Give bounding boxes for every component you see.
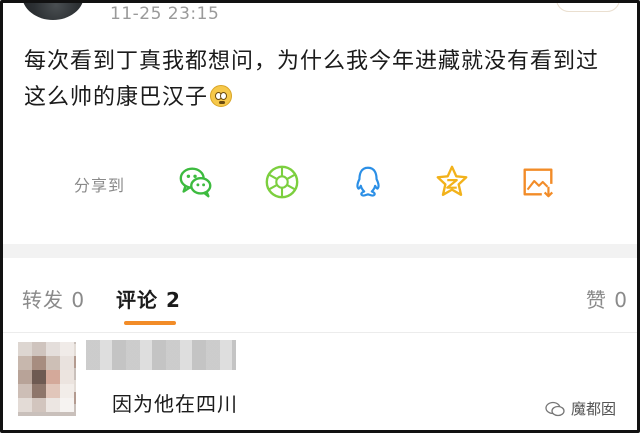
post-text-line-1: 每次看到丁真我都想问，为什么我今年进藏就没有看到过 [24,49,600,74]
tabs-divider [3,332,637,333]
section-separator [3,244,637,258]
tab-comments[interactable]: 评论 2 [116,284,181,313]
post-timestamp: 11-25 23:15 [110,4,220,24]
comment-text: 因为他在四川 [112,392,238,416]
wechat-icon[interactable] [176,162,216,202]
watermark: 魔都囡 [545,398,616,419]
save-image-icon[interactable] [518,162,558,202]
tab-reposts[interactable]: 转发 0 [22,284,85,313]
active-tab-indicator [124,321,176,325]
qq-icon[interactable] [348,162,388,202]
crying-face-emoji-icon [210,85,233,107]
commenter-name-blurred[interactable] [86,340,236,370]
tab-likes[interactable]: 赞 0 [586,284,628,313]
commenter-avatar-blurred[interactable] [18,342,76,416]
author-avatar[interactable] [22,0,84,20]
follow-button[interactable] [556,0,620,12]
moments-icon[interactable] [262,162,302,202]
wechat-watermark-icon [545,401,565,416]
qzone-icon[interactable] [432,162,472,202]
share-label: 分享到 [74,176,126,195]
watermark-text: 魔都囡 [570,400,616,418]
post-text-line-2-text: 这么帅的康巴汉子 [24,85,209,110]
post-text-line-2: 这么帅的康巴汉子 [24,80,624,116]
post-body: 每次看到丁真我都想问，为什么我今年进藏就没有看到过 这么帅的康巴汉子 [24,44,624,116]
